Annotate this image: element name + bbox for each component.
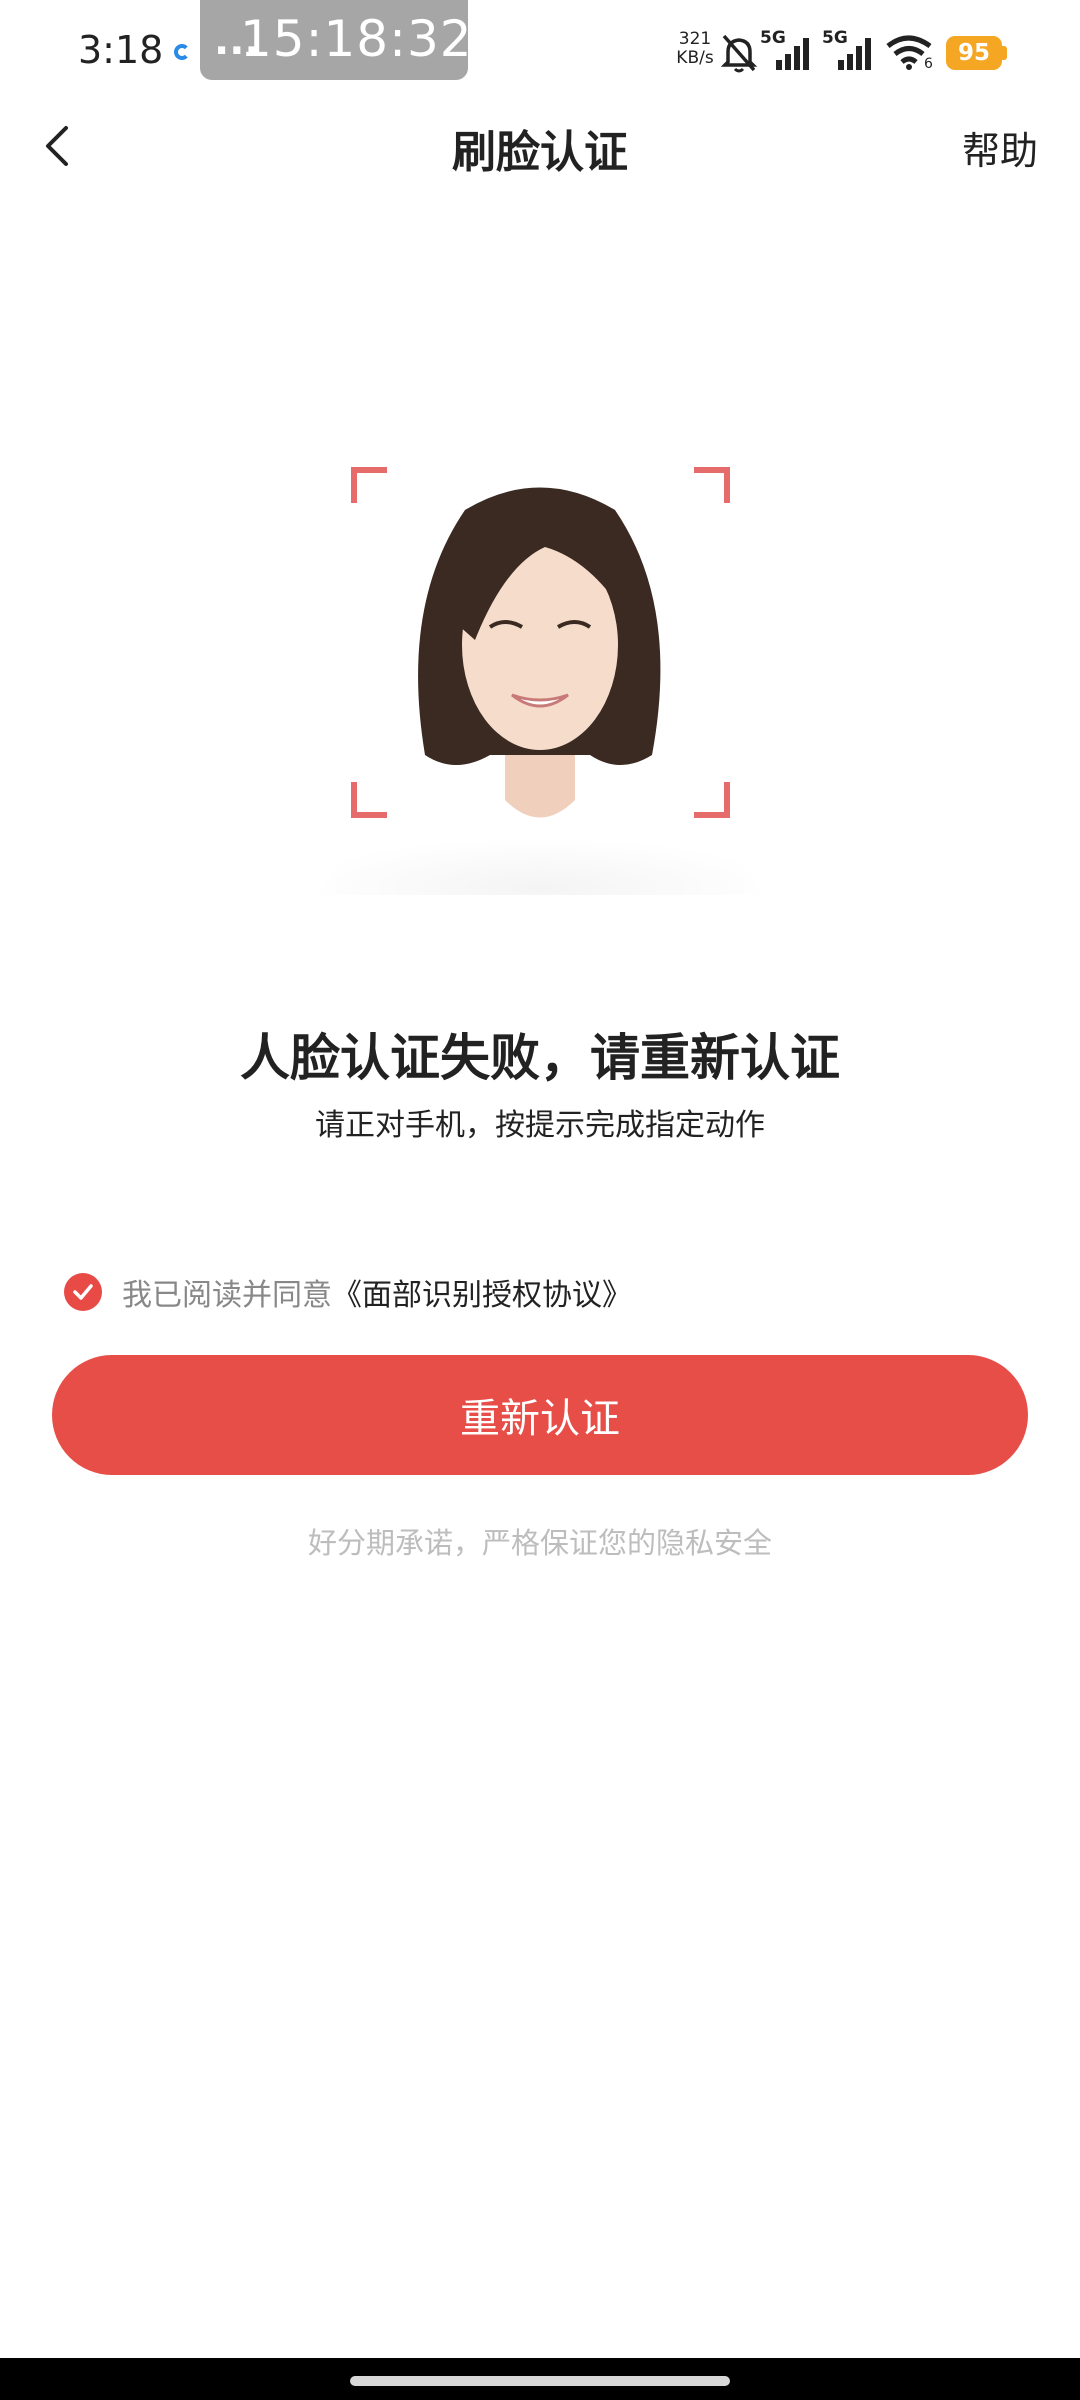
result-subtitle: 请正对手机，按提示完成指定动作 xyxy=(315,1108,765,1143)
agreement-checkbox[interactable] xyxy=(64,1273,102,1311)
agreement-row: 我已阅读并同意 《面部识别授权协议》 xyxy=(64,1270,632,1314)
app-header: 刷脸认证 帮助 xyxy=(0,110,1080,210)
network-speed: 321 KB/s xyxy=(670,30,720,68)
battery-tip xyxy=(1002,46,1007,60)
status-bar: 3:18 ... 15:18:32 321 KB/s 5G 5G 6 95 xyxy=(0,0,1080,110)
app-notification-icon xyxy=(174,44,190,60)
wifi-badge: 6 xyxy=(924,56,933,72)
face-frame xyxy=(290,455,790,895)
agreement-text: 我已阅读并同意 xyxy=(122,1278,332,1313)
home-indicator[interactable] xyxy=(350,2376,730,2386)
result-title: 人脸认证失败，请重新认证 xyxy=(240,1029,840,1087)
floating-clock-time: 15:18:32 xyxy=(240,10,473,68)
frame-corner-bottom-right xyxy=(694,782,730,818)
battery-indicator: 95 xyxy=(946,36,1002,70)
frame-corner-bottom-left xyxy=(351,782,387,818)
face-portrait-illustration xyxy=(320,487,760,895)
network-speed-value: 321 xyxy=(678,29,712,49)
agreement-link[interactable]: 《面部识别授权协议》 xyxy=(332,1270,632,1314)
status-time: 3:18 xyxy=(78,28,164,72)
privacy-note: 好分期承诺，严格保证您的隐私安全 xyxy=(307,1526,772,1560)
help-link[interactable]: 帮助 xyxy=(962,120,1038,175)
page-title: 刷脸认证 xyxy=(452,127,628,178)
checkmark-icon xyxy=(73,1284,93,1300)
retry-verification-button[interactable]: 重新认证 xyxy=(52,1355,1028,1475)
frame-corner-top-left xyxy=(351,467,387,503)
mute-bell-icon xyxy=(720,34,758,73)
network-speed-unit: KB/s xyxy=(676,48,714,68)
frame-corner-top-right xyxy=(694,467,730,503)
